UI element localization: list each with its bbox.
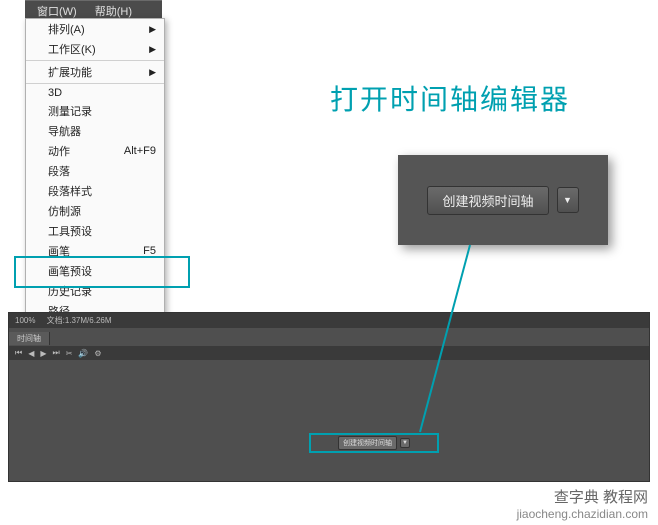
menu-history[interactable]: 历史记录 — [26, 281, 164, 301]
split-icon[interactable]: ✂ — [66, 349, 73, 358]
menu-brush-presets[interactable]: 画笔预设 — [26, 261, 164, 281]
settings-icon[interactable]: ⚙ — [94, 349, 101, 358]
chevron-down-icon: ▼ — [402, 440, 408, 446]
watermark: 查字典 教程网 jiaocheng.chazidian.com — [517, 486, 648, 521]
timeline-dropdown-button-small[interactable]: ▼ — [400, 438, 410, 448]
play-icon[interactable]: ▶ — [40, 349, 46, 358]
menu-paragraph[interactable]: 段落 — [26, 161, 164, 181]
audio-icon[interactable]: 🔊 — [78, 349, 88, 358]
status-bar: 100% 文档:1.37M/6.26M — [9, 313, 649, 328]
annotation-title: 打开时间轴编辑器 — [330, 78, 570, 118]
create-video-timeline-button-small[interactable]: 创建视频时间轴 — [338, 436, 397, 450]
doc-info: 文档:1.37M/6.26M — [47, 316, 112, 325]
create-video-timeline-button[interactable]: 创建视频时间轴 — [427, 186, 548, 215]
menu-window[interactable]: 窗口(W) — [37, 3, 77, 19]
zoom-level: 100% — [15, 316, 35, 325]
submenu-arrow-icon: ▶ — [149, 44, 156, 55]
timeline-button-highlight: 创建视频时间轴 ▼ — [309, 433, 439, 453]
timeline-panel-tab[interactable]: 时间轴 — [9, 332, 50, 345]
menu-3d[interactable]: 3D — [26, 85, 164, 101]
menu-workspace[interactable]: 工作区(K)▶ — [26, 39, 164, 59]
submenu-arrow-icon: ▶ — [149, 67, 156, 78]
menu-separator — [26, 83, 164, 84]
shortcut-label: F5 — [143, 245, 156, 257]
menu-actions[interactable]: 动作Alt+F9 — [26, 141, 164, 161]
menu-extensions[interactable]: 扩展功能▶ — [26, 62, 164, 82]
menu-paragraph-styles[interactable]: 段落样式 — [26, 181, 164, 201]
submenu-arrow-icon: ▶ — [149, 24, 156, 35]
detail-panel: 创建视频时间轴 ▼ — [398, 155, 608, 245]
chevron-down-icon: ▼ — [563, 195, 572, 205]
menu-arrange[interactable]: 排列(A)▶ — [26, 19, 164, 39]
menu-separator — [26, 60, 164, 61]
watermark-line1: 查字典 教程网 — [517, 486, 648, 507]
prev-frame-icon[interactable]: ◀ — [28, 349, 34, 358]
app-window: 100% 文档:1.37M/6.26M 时间轴 ⏮ ◀ ▶ ⏭ ✂ 🔊 ⚙ 创建… — [8, 312, 650, 482]
watermark-line2: jiaocheng.chazidian.com — [517, 507, 648, 521]
menu-brush[interactable]: 画笔F5 — [26, 241, 164, 261]
timeline-dropdown-button[interactable]: ▼ — [557, 187, 579, 213]
timeline-controls: ⏮ ◀ ▶ ⏭ ✂ 🔊 ⚙ — [9, 346, 649, 360]
menu-clone[interactable]: 仿制源 — [26, 201, 164, 221]
menu-navigator[interactable]: 导航器 — [26, 121, 164, 141]
menu-help[interactable]: 帮助(H) — [95, 3, 132, 19]
menu-tool-presets[interactable]: 工具预设 — [26, 221, 164, 241]
next-frame-icon[interactable]: ⏭ — [53, 348, 60, 358]
menu-measure[interactable]: 测量记录 — [26, 101, 164, 121]
first-frame-icon[interactable]: ⏮ — [15, 348, 22, 358]
shortcut-label: Alt+F9 — [124, 145, 156, 157]
